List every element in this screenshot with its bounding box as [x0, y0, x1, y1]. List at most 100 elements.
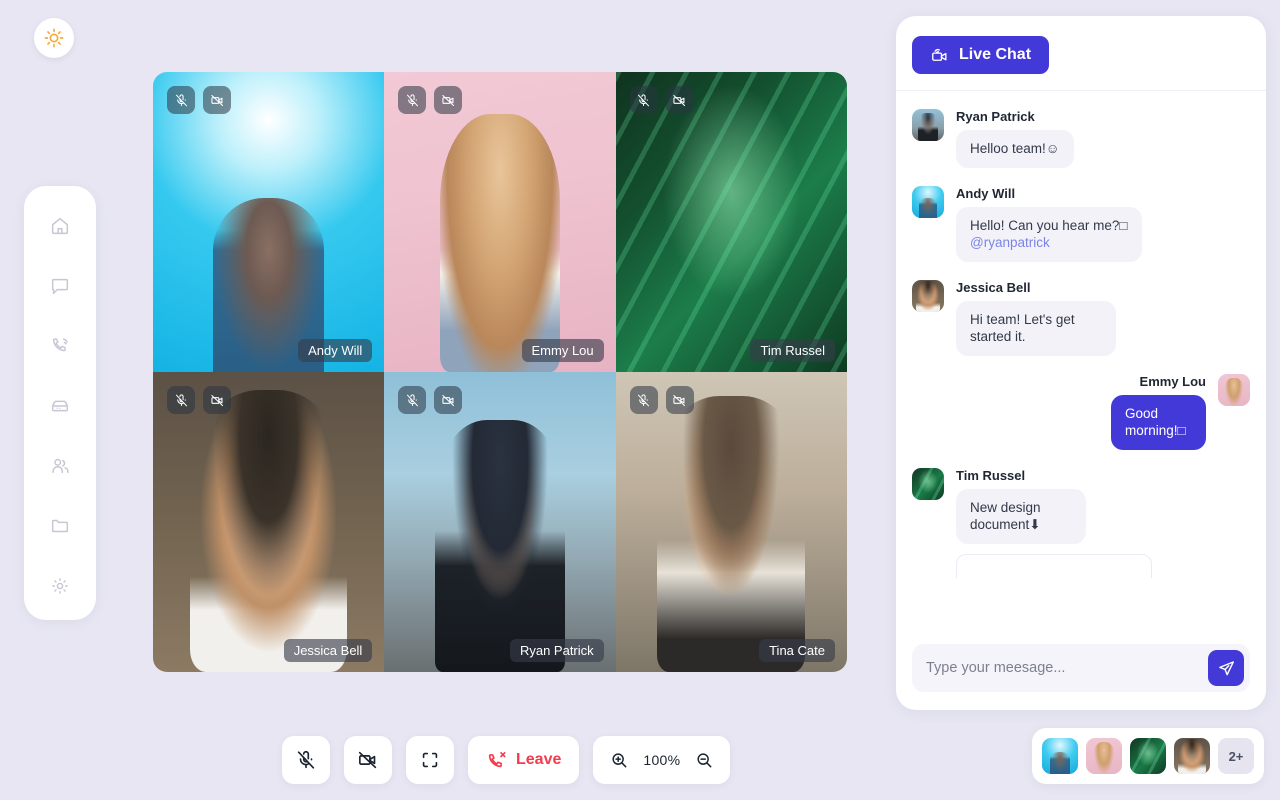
participant-video: [153, 72, 384, 372]
fullscreen-icon: [419, 749, 441, 771]
message-mention[interactable]: @ryanpatrick: [970, 234, 1128, 252]
zoom-in-icon: [609, 750, 629, 770]
tile-mic-off-button[interactable]: [167, 86, 195, 114]
send-message-button[interactable]: [1208, 650, 1244, 686]
send-icon: [1217, 659, 1236, 678]
tile-camera-off-button[interactable]: [434, 86, 462, 114]
sidebar-item-storage[interactable]: [36, 380, 84, 432]
message-input[interactable]: [926, 660, 1208, 676]
sidebar-item-contacts[interactable]: [36, 440, 84, 492]
participant-avatar[interactable]: [1174, 738, 1210, 774]
zoom-out-icon: [694, 750, 714, 770]
app-logo[interactable]: [34, 18, 74, 58]
zoom-level: 100%: [643, 752, 680, 768]
sidebar: [24, 186, 96, 620]
tile-controls: [630, 86, 694, 114]
avatar: [912, 468, 944, 500]
zoom-in-button[interactable]: [609, 750, 629, 770]
message-sender: Tim Russel: [956, 468, 1152, 483]
participant-video: [616, 372, 847, 672]
message-bubble: Hi team! Let's get started it.: [956, 301, 1116, 356]
tile-camera-off-button[interactable]: [203, 386, 231, 414]
mic-off-icon: [636, 93, 651, 108]
tile-camera-off-button[interactable]: [666, 86, 694, 114]
tile-controls: [398, 386, 462, 414]
participant-avatar[interactable]: [1086, 738, 1122, 774]
tile-mic-off-button[interactable]: [630, 86, 658, 114]
camera-off-icon: [357, 749, 379, 771]
participant-video: [153, 372, 384, 672]
chat-message: Jessica Bell Hi team! Let's get started …: [912, 280, 1250, 356]
tile-controls: [167, 386, 231, 414]
participants-overflow-badge[interactable]: 2+: [1218, 738, 1254, 774]
tile-controls: [630, 386, 694, 414]
mic-off-icon: [174, 393, 189, 408]
participant-name: Jessica Bell: [284, 639, 373, 662]
sidebar-item-settings[interactable]: [36, 560, 84, 612]
home-icon: [49, 215, 71, 237]
participant-video: [384, 372, 615, 672]
fullscreen-button[interactable]: [406, 736, 454, 784]
call-toolbar: Leave 100%: [282, 736, 730, 784]
video-tile[interactable]: Jessica Bell: [153, 372, 384, 672]
message-sender: Jessica Bell: [956, 280, 1116, 295]
avatar: [912, 186, 944, 218]
tile-mic-off-button[interactable]: [630, 386, 658, 414]
phone-hangup-icon: [486, 749, 508, 771]
tile-mic-off-button[interactable]: [167, 386, 195, 414]
attachment-card[interactable]: [956, 554, 1152, 578]
participant-name: Tina Cate: [759, 639, 835, 662]
message-bubble: Hello! Can you hear me?□ @ryanpatrick: [956, 207, 1142, 262]
phone-ring-icon: [49, 335, 71, 357]
message-bubble: Helloo team!☺: [956, 130, 1074, 168]
tile-camera-off-button[interactable]: [203, 86, 231, 114]
camera-off-icon: [441, 393, 456, 408]
participant-name: Emmy Lou: [522, 339, 604, 362]
live-chat-label: Live Chat: [959, 46, 1031, 64]
live-chat-button[interactable]: Live Chat: [912, 36, 1049, 74]
video-tile[interactable]: Tim Russel: [616, 72, 847, 372]
video-tile[interactable]: Andy Will: [153, 72, 384, 372]
sidebar-item-home[interactable]: [36, 200, 84, 252]
video-tile[interactable]: Ryan Patrick: [384, 372, 615, 672]
leave-call-button[interactable]: Leave: [468, 736, 579, 784]
users-icon: [49, 455, 71, 477]
chat-message: Andy Will Hello! Can you hear me?□ @ryan…: [912, 186, 1250, 262]
tile-mic-off-button[interactable]: [398, 86, 426, 114]
camera-off-icon: [210, 393, 225, 408]
toggle-camera-button[interactable]: [344, 736, 392, 784]
message-sender: Andy Will: [956, 186, 1142, 201]
sun-icon: [43, 27, 65, 49]
sidebar-item-messages[interactable]: [36, 260, 84, 312]
zoom-out-button[interactable]: [694, 750, 714, 770]
participant-avatar[interactable]: [1130, 738, 1166, 774]
participant-avatar[interactable]: [1042, 738, 1078, 774]
tile-camera-off-button[interactable]: [666, 386, 694, 414]
video-tile[interactable]: Tina Cate: [616, 372, 847, 672]
participant-name: Tim Russel: [750, 339, 835, 362]
tile-camera-off-button[interactable]: [434, 386, 462, 414]
participant-video: [384, 72, 615, 372]
chat-header: Live Chat: [896, 16, 1266, 91]
tile-mic-off-button[interactable]: [398, 386, 426, 414]
mic-off-icon: [636, 393, 651, 408]
video-tile[interactable]: Emmy Lou: [384, 72, 615, 372]
participant-name: Andy Will: [298, 339, 372, 362]
mic-off-icon: [174, 93, 189, 108]
chat-message: Tim Russel New design document⬇: [912, 468, 1250, 578]
message-bubble: Good morning!□: [1111, 395, 1206, 450]
sidebar-item-calls[interactable]: [36, 320, 84, 372]
participants-strip: 2+: [1032, 728, 1264, 784]
avatar: [1218, 374, 1250, 406]
mic-off-icon: [295, 749, 317, 771]
participant-video: [616, 72, 847, 372]
message-text: Hello! Can you hear me?□: [970, 218, 1128, 233]
server-icon: [49, 395, 71, 417]
chat-bubble-icon: [49, 275, 71, 297]
toggle-mic-button[interactable]: [282, 736, 330, 784]
leave-label: Leave: [516, 751, 561, 769]
tile-controls: [167, 86, 231, 114]
sidebar-item-files[interactable]: [36, 500, 84, 552]
chat-panel: Live Chat Ryan Patrick Helloo team!☺ And…: [896, 16, 1266, 710]
camera-off-icon: [672, 93, 687, 108]
